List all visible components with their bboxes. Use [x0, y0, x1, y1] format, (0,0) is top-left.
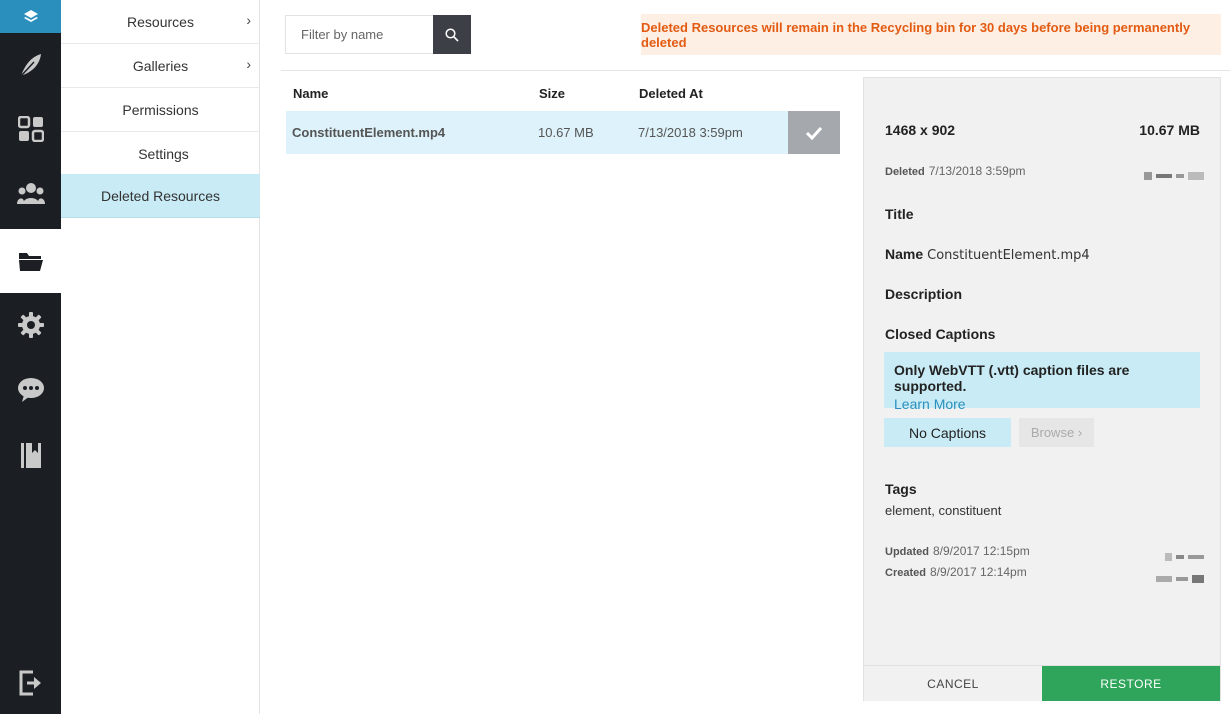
folder-icon[interactable] — [0, 229, 61, 293]
feather-icon[interactable] — [0, 33, 61, 97]
updated-label: Updated — [885, 546, 929, 558]
browse-button[interactable]: Browse › — [1019, 418, 1094, 447]
name-value: ConstituentElement.mp4 — [927, 248, 1090, 263]
subnav-item-label: Permissions — [122, 101, 199, 118]
column-header-size[interactable]: Size — [539, 86, 565, 101]
subnav-item-settings[interactable]: Settings — [61, 132, 260, 176]
created-info: Created 8/9/2017 12:14pm — [885, 563, 1027, 581]
description-label: Description — [885, 286, 963, 302]
user-avatar-placeholder — [1140, 167, 1204, 185]
table-row[interactable]: ConstituentElement.mp4 10.67 MB 7/13/201… — [286, 111, 840, 154]
subnav-item-label: Galleries — [132, 57, 189, 74]
tags-label: Tags — [885, 481, 917, 497]
subnav-item-deleted-resources[interactable]: Deleted Resources — [61, 174, 260, 218]
row-deleted-at: 7/13/2018 3:59pm — [638, 125, 743, 140]
captions-info-box: Only WebVTT (.vtt) caption files are sup… — [884, 352, 1200, 412]
row-size: 10.67 MB — [538, 125, 594, 140]
column-header-name[interactable]: Name — [293, 86, 328, 101]
users-icon[interactable] — [0, 162, 61, 226]
icon-rail — [0, 0, 61, 714]
subnav-item-galleries[interactable]: Galleries › — [61, 44, 260, 88]
created-label: Created — [885, 567, 926, 579]
book-icon[interactable] — [0, 423, 61, 487]
restore-button[interactable]: RESTORE — [1042, 666, 1220, 701]
subnav-item-resources[interactable]: Resources › — [61, 0, 260, 44]
logout-icon[interactable] — [0, 651, 61, 714]
secondary-nav: Resources › Galleries › Permissions Sett… — [61, 0, 260, 714]
deleted-label: Deleted — [885, 166, 925, 178]
recycle-notice: Deleted Resources will remain in the Rec… — [641, 14, 1221, 55]
filter-input[interactable] — [286, 16, 434, 53]
media-dimensions: 1468 x 902 — [885, 122, 956, 138]
title-label: Title — [885, 206, 914, 222]
gear-icon[interactable] — [0, 293, 61, 357]
row-name: ConstituentElement.mp4 — [292, 125, 446, 140]
chevron-right-icon: › — [1077, 425, 1083, 440]
column-header-deleted-at[interactable]: Deleted At — [639, 86, 703, 101]
name-label: Name — [885, 246, 924, 262]
chevron-right-icon: › — [246, 56, 251, 72]
cancel-button[interactable]: CANCEL — [864, 666, 1042, 701]
name-field: Name ConstituentElement.mp4 — [885, 246, 1090, 264]
browse-label: Browse — [1030, 425, 1075, 440]
subnav-item-label: Deleted Resources — [100, 187, 221, 204]
deleted-info: Deleted 7/13/2018 3:59pm — [885, 162, 1026, 180]
chat-icon[interactable] — [0, 358, 61, 422]
layers-icon[interactable] — [0, 0, 61, 33]
subnav-item-label: Settings — [138, 145, 189, 162]
updated-user-placeholder — [1161, 548, 1204, 566]
detail-panel: 1468 x 902 10.67 MB Deleted 7/13/2018 3:5… — [863, 77, 1221, 701]
no-captions-button[interactable]: No Captions — [884, 418, 1011, 447]
row-select-checkbox[interactable] — [788, 111, 840, 154]
checkmark-icon — [805, 126, 823, 140]
captions-note: Only WebVTT (.vtt) caption files are sup… — [894, 362, 1130, 394]
tags-value: element, constituent — [885, 503, 1002, 518]
learn-more-link[interactable]: Learn More — [894, 396, 1190, 412]
panel-footer: CANCEL RESTORE — [864, 665, 1220, 701]
search-icon — [445, 27, 459, 42]
search-box — [285, 15, 471, 54]
dashboard-icon[interactable] — [0, 97, 61, 161]
updated-value: 8/9/2017 12:15pm — [933, 544, 1030, 558]
updated-info: Updated 8/9/2017 12:15pm — [885, 542, 1030, 560]
chevron-right-icon: › — [246, 12, 251, 28]
media-size: 10.67 MB — [1139, 122, 1200, 138]
subnav-item-label: Resources — [127, 13, 194, 30]
deleted-value: 7/13/2018 3:59pm — [928, 164, 1026, 178]
created-value: 8/9/2017 12:14pm — [929, 565, 1027, 579]
search-button[interactable] — [433, 15, 471, 54]
closed-captions-label: Closed Captions — [885, 326, 996, 342]
created-user-placeholder — [1152, 570, 1204, 588]
header-divider — [281, 70, 1230, 71]
subnav-item-permissions[interactable]: Permissions — [61, 88, 260, 132]
